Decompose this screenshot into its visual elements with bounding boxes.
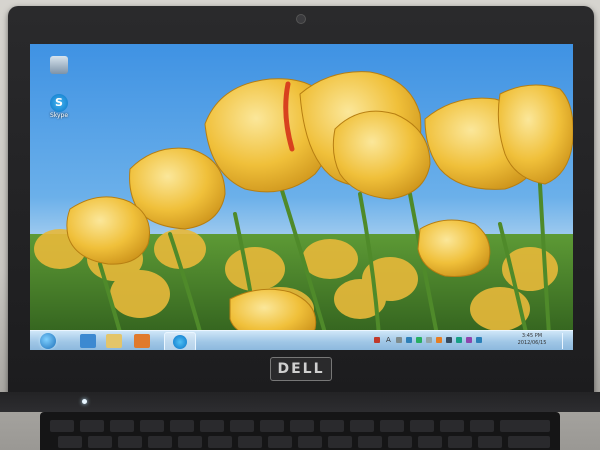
dell-logo: DELL — [270, 357, 332, 381]
network-icon[interactable] — [476, 337, 482, 343]
show-desktop-button[interactable] — [562, 333, 572, 349]
webcam — [296, 14, 306, 24]
power-led-icon — [82, 399, 87, 404]
tray-icon[interactable] — [416, 337, 422, 343]
recycle-bin-icon — [50, 56, 68, 74]
tray-icon[interactable] — [406, 337, 412, 343]
tray-icon[interactable] — [446, 337, 452, 343]
windows-start-icon[interactable] — [40, 333, 56, 349]
tray-icon[interactable] — [436, 337, 442, 343]
wallpaper-tulips — [30, 44, 573, 350]
tray-icon[interactable] — [456, 337, 462, 343]
skype-icon — [173, 335, 187, 349]
tray-icon[interactable] — [426, 337, 432, 343]
internet-explorer-icon[interactable] — [80, 334, 96, 348]
taskbar: A 3:45 PM 2012/06/15 — [30, 330, 573, 350]
language-indicator[interactable]: A — [386, 337, 391, 344]
skype-icon: S — [50, 94, 68, 112]
desktop-icon-label: Skype — [49, 112, 69, 119]
clock-date: 2012/06/15 — [517, 340, 547, 346]
explorer-icon[interactable] — [106, 334, 122, 348]
taskbar-active-window[interactable] — [164, 332, 196, 350]
volume-icon[interactable] — [466, 337, 472, 343]
screen: S Skype A 3:45 PM 2012/06/15 — [30, 44, 573, 350]
desktop-icon-skype[interactable]: S Skype — [46, 94, 72, 119]
clock-time: 3:45 PM — [521, 333, 543, 339]
desktop-icon-recycle-bin[interactable] — [46, 56, 72, 74]
laptop-hinge — [0, 392, 600, 412]
tray-icon[interactable] — [396, 337, 402, 343]
clock[interactable]: 3:45 PM 2012/06/15 — [510, 333, 554, 347]
tray-icon[interactable] — [374, 337, 380, 343]
keyboard — [40, 412, 560, 450]
media-player-icon[interactable] — [134, 334, 150, 348]
